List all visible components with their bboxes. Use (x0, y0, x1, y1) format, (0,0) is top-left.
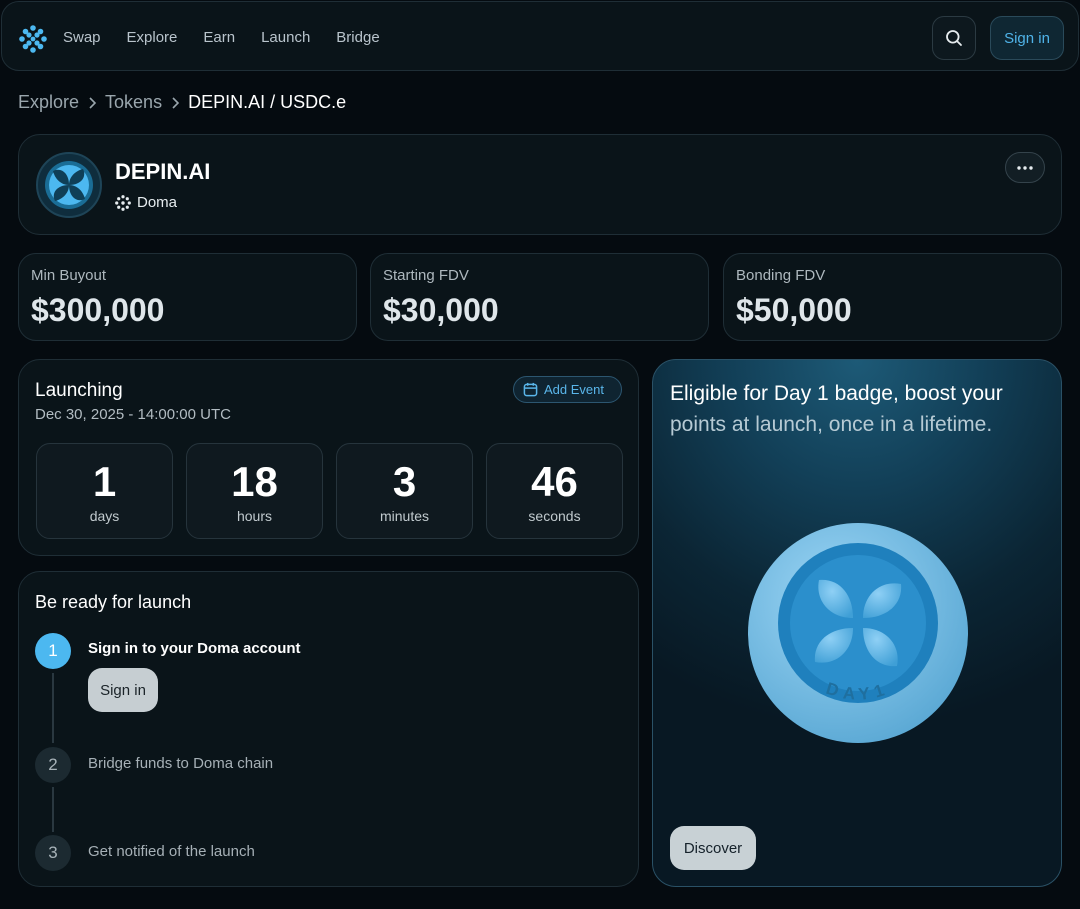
countdown-unit: seconds (528, 508, 581, 524)
launch-steps-card: Be ready for launch 1 Sign in to your Do… (18, 571, 639, 887)
step-number-3: 3 (35, 835, 71, 871)
token-avatar (36, 152, 102, 218)
top-nav: Swap Explore Earn Launch Bridge Sign in (1, 1, 1079, 71)
more-horizontal-icon (1017, 165, 1033, 170)
stat-min-buyout: Min Buyout $300,000 (18, 253, 357, 341)
search-icon (946, 30, 962, 46)
countdown-hours: 18 hours (186, 443, 323, 539)
nav-link-explore[interactable]: Explore (127, 29, 178, 46)
doma-chain-icon (115, 194, 131, 211)
search-button[interactable] (932, 16, 976, 60)
stat-label: Starting FDV (383, 267, 469, 284)
stat-starting-fdv: Starting FDV $30,000 (370, 253, 709, 341)
token-chain: Doma (115, 194, 177, 211)
stat-label: Bonding FDV (736, 267, 826, 284)
step-number-1: 1 (35, 633, 71, 669)
badge-text-rest: points at launch, once in a lifetime. (670, 413, 993, 436)
add-event-button[interactable]: Add Event (513, 376, 622, 403)
breadcrumb-explore[interactable]: Explore (18, 92, 79, 113)
stat-value: $300,000 (31, 292, 165, 328)
countdown-minutes: 3 minutes (336, 443, 473, 539)
step-label-3: Get notified of the launch (88, 843, 255, 860)
chevron-right-icon (87, 96, 97, 110)
countdown-days: 1 days (36, 443, 173, 539)
more-options-button[interactable] (1005, 152, 1045, 183)
token-header-card: DEPIN.AI Doma (18, 134, 1062, 235)
step-label-2: Bridge funds to Doma chain (88, 755, 274, 772)
step-connector (52, 787, 54, 832)
step-label-1: Sign in to your Doma account (88, 640, 301, 657)
breadcrumb-tokens[interactable]: Tokens (105, 92, 162, 113)
stat-value: $30,000 (383, 292, 499, 328)
step-number-2: 2 (35, 747, 71, 783)
breadcrumb-current: DEPIN.AI / USDC.e (188, 92, 347, 112)
countdown-unit: hours (236, 508, 273, 524)
countdown-value: 3 (392, 458, 417, 505)
badge-description: Eligible for Day 1 badge, boost your poi… (670, 378, 1050, 440)
badge-text-highlight: Eligible for Day 1 badge, boost your (670, 382, 1003, 405)
breadcrumb: Explore Tokens DEPIN.AI / USDC.e (18, 92, 346, 113)
step-connector (52, 673, 54, 743)
token-logo-icon (45, 161, 93, 209)
doma-logo-icon[interactable] (19, 25, 47, 53)
nav-link-launch[interactable]: Launch (261, 29, 310, 46)
calendar-icon (523, 382, 538, 397)
countdown-value: 46 (531, 458, 578, 505)
token-name: DEPIN.AI (115, 159, 211, 184)
stat-bonding-fdv: Bonding FDV $50,000 (723, 253, 1062, 341)
token-chain-label: Doma (137, 194, 178, 211)
launch-title: Launching (35, 380, 123, 401)
countdown-value: 1 (92, 458, 117, 505)
sign-in-button[interactable]: Sign in (990, 16, 1064, 60)
chevron-right-icon (170, 96, 180, 110)
countdown-value: 18 (231, 458, 278, 505)
nav-link-earn[interactable]: Earn (203, 29, 235, 46)
day1-badge-card: Eligible for Day 1 badge, boost your poi… (652, 359, 1062, 887)
launch-date: Dec 30, 2025 - 14:00:00 UTC (35, 406, 231, 423)
nav-link-bridge[interactable]: Bridge (336, 29, 379, 46)
launch-countdown-card: Launching Dec 30, 2025 - 14:00:00 UTC Ad… (18, 359, 639, 556)
countdown-unit: minutes (379, 508, 430, 524)
countdown-unit: days (89, 508, 120, 524)
step-sign-in-button[interactable]: Sign in (88, 668, 158, 712)
add-event-label: Add Event (544, 382, 604, 397)
stat-value: $50,000 (736, 292, 852, 328)
countdown-seconds: 46 seconds (486, 443, 623, 539)
day1-badge-icon: DAY1 (748, 523, 968, 743)
discover-button[interactable]: Discover (670, 826, 756, 870)
nav-link-swap[interactable]: Swap (63, 29, 101, 46)
nav-links: Swap Explore Earn Launch Bridge (63, 2, 380, 72)
steps-title: Be ready for launch (35, 592, 192, 612)
stat-label: Min Buyout (31, 267, 107, 284)
